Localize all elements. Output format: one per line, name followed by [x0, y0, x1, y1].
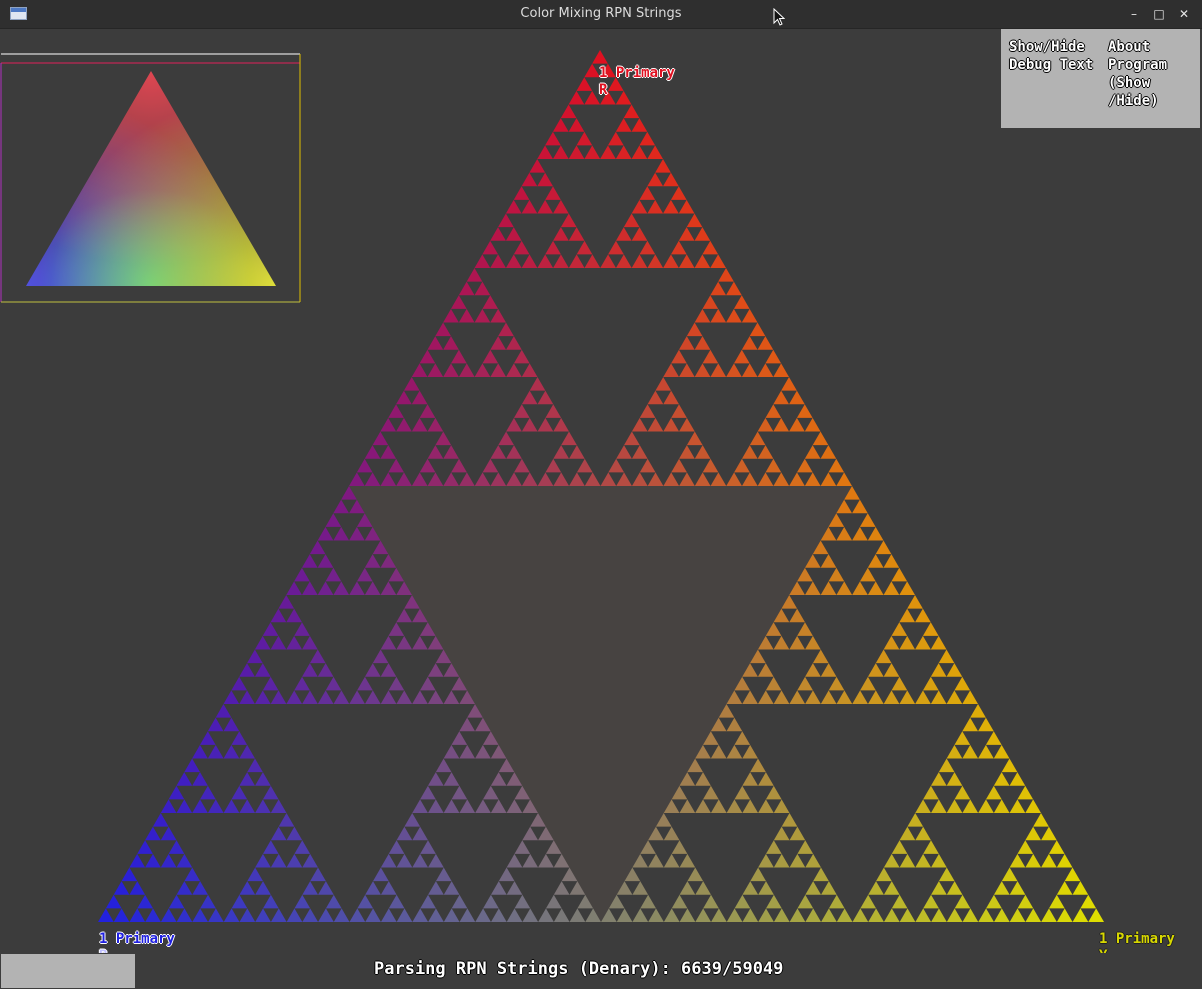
vertex-count-label: 1 Primary — [599, 65, 675, 81]
status-bar: Parsing RPN Strings (Denary): 6639/59049 — [0, 953, 1202, 989]
status-text: Parsing RPN Strings (Denary): 6639/59049 — [374, 959, 784, 979]
vertex-count-label: 1 Primary — [1099, 931, 1175, 947]
about-program-button[interactable]: About Program (Show /Hide) — [1108, 38, 1198, 110]
preview-yellow-blend — [26, 71, 276, 286]
vertex-count-label: 1 Primary — [99, 931, 175, 947]
menu-panel: Show/Hide Debug Text About Program (Show… — [1001, 29, 1200, 128]
toggle-debug-text-button[interactable]: Show/Hide Debug Text — [1009, 38, 1105, 74]
progress-indicator — [1, 954, 135, 988]
vertex-label-red: 1 Primary R — [599, 65, 675, 99]
vertex-letter-r: R — [599, 82, 608, 98]
color-gradient-preview — [0, 53, 301, 303]
